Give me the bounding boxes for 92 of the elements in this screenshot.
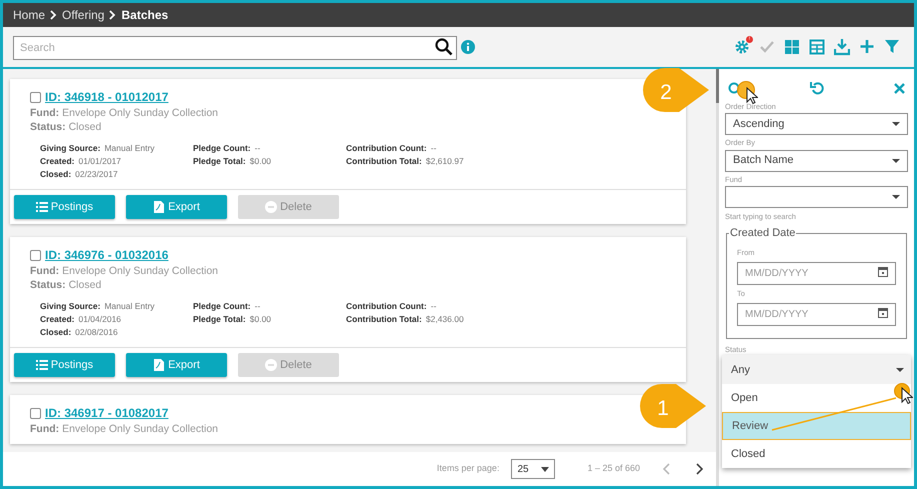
fund-value: Envelope Only Sunday Collection — [62, 264, 218, 278]
chevron-icon — [50, 10, 58, 20]
calendar-icon[interactable] — [878, 307, 888, 318]
minus-circle-icon — [265, 359, 278, 371]
chevron-icon — [109, 10, 116, 20]
download-icon[interactable] — [834, 38, 850, 56]
plus-icon[interactable] — [859, 38, 875, 56]
items-per-page-label: Items per page: — [436, 462, 500, 476]
status-label: Status: — [30, 278, 66, 292]
list-icon — [36, 359, 48, 371]
detail-value: 01/01/2017 — [78, 155, 122, 168]
caret-icon — [541, 466, 550, 472]
detail-label: Closed: — [40, 168, 72, 181]
list-icon — [36, 201, 48, 213]
caret-icon — [896, 368, 904, 372]
detail-value: 01/04/2016 — [78, 313, 122, 326]
status-value: Closed — [68, 278, 102, 292]
table-icon[interactable] — [809, 38, 825, 56]
breadcrumb-link[interactable]: Home — [13, 6, 46, 24]
detail-value: -- — [430, 300, 436, 313]
callout-marker — [640, 383, 708, 429]
status-label: Status: — [30, 120, 66, 134]
detail-label: Giving Source: — [40, 300, 100, 313]
detail-value: $2,436.00 — [426, 313, 464, 326]
date-field[interactable]: MM/DD/YYYY — [737, 303, 896, 326]
order-direction-select[interactable]: Ascending — [725, 113, 908, 136]
checkbox[interactable] — [30, 408, 41, 418]
page-range: 1 – 25 of 660 — [587, 462, 640, 476]
detail-label: Closed: — [40, 326, 72, 339]
detail-value: 02/08/2016 — [75, 326, 118, 339]
fund-label: Fund: — [30, 264, 60, 278]
detail-label: Pledge Total: — [193, 313, 246, 326]
detail-value: -- — [254, 300, 260, 313]
date-field[interactable]: MM/DD/YYYY — [737, 262, 896, 285]
document-icon — [153, 201, 166, 213]
fund-label: Fund: — [30, 106, 60, 120]
breadcrumb-link[interactable]: Offering — [62, 6, 104, 24]
detail-label: Contribution Total: — [346, 313, 422, 326]
search-field[interactable]: Search — [13, 36, 457, 60]
dropdown-option[interactable]: Review — [722, 412, 911, 440]
group-legend: Created Date — [729, 225, 796, 242]
order-by-select[interactable]: Batch Name — [725, 150, 908, 172]
callout-number: 2 — [659, 80, 673, 106]
detail-label: Pledge Total: — [193, 155, 246, 168]
items-per-page-select[interactable]: 25 — [511, 459, 556, 479]
fund-value: Envelope Only Sunday Collection — [62, 422, 218, 436]
fund-value: Envelope Only Sunday Collection — [62, 106, 218, 120]
detail-label: Created: — [40, 155, 74, 168]
caret-icon — [892, 158, 900, 162]
detail-value: 02/23/2017 — [75, 168, 118, 181]
callout-marker — [643, 67, 711, 113]
detail-value: Manual Entry — [104, 142, 155, 155]
breadcrumb-current: Batches — [121, 7, 168, 24]
detail-label: Pledge Count: — [193, 300, 251, 313]
fund-select[interactable] — [725, 186, 908, 208]
callout-number: 1 — [656, 396, 670, 422]
detail-label: Contribution Count: — [346, 300, 427, 313]
reset-icon[interactable] — [810, 81, 824, 95]
delete-button: Delete — [238, 195, 339, 219]
delete-button: Delete — [238, 353, 339, 377]
calendar-icon[interactable] — [878, 266, 888, 277]
search-icon[interactable] — [435, 38, 453, 56]
detail-value: -- — [430, 142, 436, 155]
next-page-icon[interactable] — [696, 463, 704, 475]
caret-icon — [892, 122, 900, 126]
settings-icon[interactable] — [734, 38, 750, 56]
grid-icon[interactable] — [784, 38, 800, 56]
detail-value: Manual Entry — [104, 300, 155, 313]
detail-label: Contribution Count: — [346, 142, 427, 155]
detail-value: -- — [254, 142, 260, 155]
detail-value: $0.00 — [250, 155, 272, 168]
detail-label: Pledge Count: — [193, 142, 251, 155]
detail-value: $0.00 — [250, 313, 272, 326]
filter-icon[interactable] — [884, 38, 900, 56]
info-icon[interactable] — [461, 40, 475, 54]
checkbox[interactable] — [30, 92, 41, 102]
checkbox[interactable] — [30, 250, 41, 260]
detail-label: Giving Source: — [40, 142, 100, 155]
fund-label: Fund: — [30, 422, 60, 436]
dropdown-option[interactable]: Closed — [722, 440, 911, 468]
previous-page-icon[interactable] — [662, 463, 670, 475]
status-value: Closed — [68, 120, 102, 134]
caret-icon — [892, 194, 900, 199]
detail-value: $2,610.97 — [426, 155, 464, 168]
document-icon — [153, 359, 166, 371]
minus-circle-icon — [265, 201, 278, 213]
scrollbar-thumb[interactable] — [716, 69, 719, 103]
pointer-icon — [746, 87, 758, 105]
status-select[interactable]: Any — [722, 355, 911, 384]
detail-label: Contribution Total: — [346, 155, 422, 168]
detail-label: Created: — [40, 313, 74, 326]
close-icon[interactable] — [894, 82, 905, 94]
